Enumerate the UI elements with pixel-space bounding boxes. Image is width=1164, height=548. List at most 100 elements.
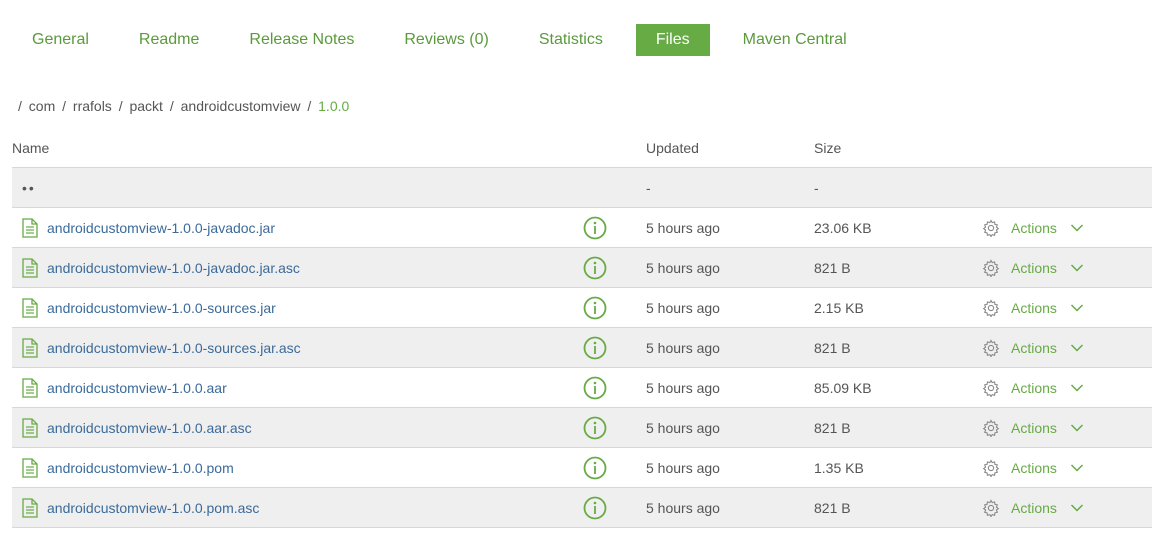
breadcrumb-item-rrafols[interactable]: rrafols [73,98,112,114]
file-link[interactable]: androidcustomview-1.0.0.aar [47,380,227,396]
gear-icon [982,338,1000,357]
file-link[interactable]: androidcustomview-1.0.0-sources.jar [47,300,276,316]
tab-release-notes[interactable]: Release Notes [232,24,371,56]
info-cell [583,416,607,440]
column-header-updated: Updated [646,139,699,156]
file-link[interactable]: androidcustomview-1.0.0-javadoc.jar.asc [47,260,300,276]
info-cell [583,376,607,400]
file-link[interactable]: androidcustomview-1.0.0-javadoc.jar [47,220,275,236]
tab-files[interactable]: Files [635,24,710,56]
chevron-down-icon [1070,383,1083,392]
updated-cell: 5 hours ago [646,379,720,396]
breadcrumb-item-com[interactable]: com [29,98,55,114]
tab-reviews[interactable]: Reviews (0) [387,24,505,56]
gear-icon [982,458,1000,477]
size-cell: 1.35 KB [814,459,864,476]
file-icon [22,457,38,478]
updated-cell: 5 hours ago [646,219,720,236]
file-icon [22,297,38,318]
table-row: androidcustomview-1.0.0.aar.asc 5 hours … [12,408,1152,448]
chevron-down-icon [1070,423,1083,432]
table-row: androidcustomview-1.0.0-javadoc.jar 5 ho… [12,208,1152,248]
file-name-cell: androidcustomview-1.0.0-javadoc.jar [12,217,275,238]
info-icon[interactable] [583,336,607,360]
info-cell [583,496,607,520]
file-name-cell: androidcustomview-1.0.0-javadoc.jar.asc [12,257,300,278]
file-name-cell: androidcustomview-1.0.0.pom.asc [12,497,259,518]
breadcrumb-item-androidcustomview[interactable]: androidcustomview [181,98,301,114]
info-icon[interactable] [583,256,607,280]
updated-cell: 5 hours ago [646,259,720,276]
actions-dropdown[interactable]: Actions [982,338,1084,357]
parent-directory-link[interactable]: •• [22,180,36,196]
info-icon[interactable] [583,376,607,400]
size-cell: 821 B [814,339,851,356]
gear-icon [982,298,1000,317]
breadcrumb-separator: / [118,98,123,114]
parent-directory-row[interactable]: •• - - [12,168,1152,208]
tab-bar: General Readme Release Notes Reviews (0)… [15,24,880,56]
info-cell [583,336,607,360]
actions-label: Actions [1011,339,1057,356]
file-name-cell: androidcustomview-1.0.0.pom [12,457,234,478]
info-icon[interactable] [583,496,607,520]
actions-label: Actions [1011,499,1057,516]
info-cell [583,216,607,240]
actions-label: Actions [1011,379,1057,396]
gear-icon [982,498,1000,517]
actions-dropdown[interactable]: Actions [982,378,1084,397]
file-name-cell: androidcustomview-1.0.0.aar.asc [12,417,252,438]
actions-dropdown[interactable]: Actions [982,258,1084,277]
tab-readme[interactable]: Readme [122,24,216,56]
info-icon[interactable] [583,456,607,480]
info-icon[interactable] [583,416,607,440]
updated-cell: 5 hours ago [646,419,720,436]
actions-dropdown[interactable]: Actions [982,298,1084,317]
tab-maven-central[interactable]: Maven Central [726,24,864,56]
info-cell [583,456,607,480]
breadcrumb-item-packt[interactable]: packt [129,98,162,114]
info-icon[interactable] [583,296,607,320]
file-name-cell: androidcustomview-1.0.0-sources.jar.asc [12,337,301,358]
actions-dropdown[interactable]: Actions [982,498,1084,517]
file-link[interactable]: androidcustomview-1.0.0.pom.asc [47,500,259,516]
parent-updated: - [646,179,651,196]
actions-label: Actions [1011,299,1057,316]
file-link[interactable]: androidcustomview-1.0.0.pom [47,460,234,476]
chevron-down-icon [1070,303,1083,312]
table-row: androidcustomview-1.0.0.pom.asc 5 hours … [12,488,1152,528]
actions-dropdown[interactable]: Actions [982,458,1084,477]
table-header: Name Updated Size [12,128,1152,168]
size-cell: 821 B [814,419,851,436]
size-cell: 821 B [814,499,851,516]
breadcrumb-separator: / [18,98,22,114]
actions-dropdown[interactable]: Actions [982,218,1084,237]
size-cell: 2.15 KB [814,299,864,316]
table-row: androidcustomview-1.0.0-sources.jar 5 ho… [12,288,1152,328]
file-icon [22,377,38,398]
size-cell: 821 B [814,259,851,276]
actions-dropdown[interactable]: Actions [982,418,1084,437]
chevron-down-icon [1070,463,1083,472]
file-link[interactable]: androidcustomview-1.0.0-sources.jar.asc [47,340,301,356]
parent-size: - [814,179,819,196]
actions-label: Actions [1011,219,1057,236]
file-icon [22,217,38,238]
table-row: androidcustomview-1.0.0.aar 5 hours ago … [12,368,1152,408]
column-header-size: Size [814,139,842,156]
file-icon [22,497,38,518]
gear-icon [982,378,1000,397]
info-cell [583,256,607,280]
tab-statistics[interactable]: Statistics [522,24,620,56]
chevron-down-icon [1070,343,1083,352]
file-link[interactable]: androidcustomview-1.0.0.aar.asc [47,420,252,436]
chevron-down-icon [1070,263,1083,272]
actions-label: Actions [1011,259,1057,276]
tab-general[interactable]: General [15,24,106,56]
file-icon [22,337,38,358]
table-row: androidcustomview-1.0.0-javadoc.jar.asc … [12,248,1152,288]
updated-cell: 5 hours ago [646,459,720,476]
gear-icon [982,218,1000,237]
info-icon[interactable] [583,216,607,240]
actions-label: Actions [1011,459,1057,476]
